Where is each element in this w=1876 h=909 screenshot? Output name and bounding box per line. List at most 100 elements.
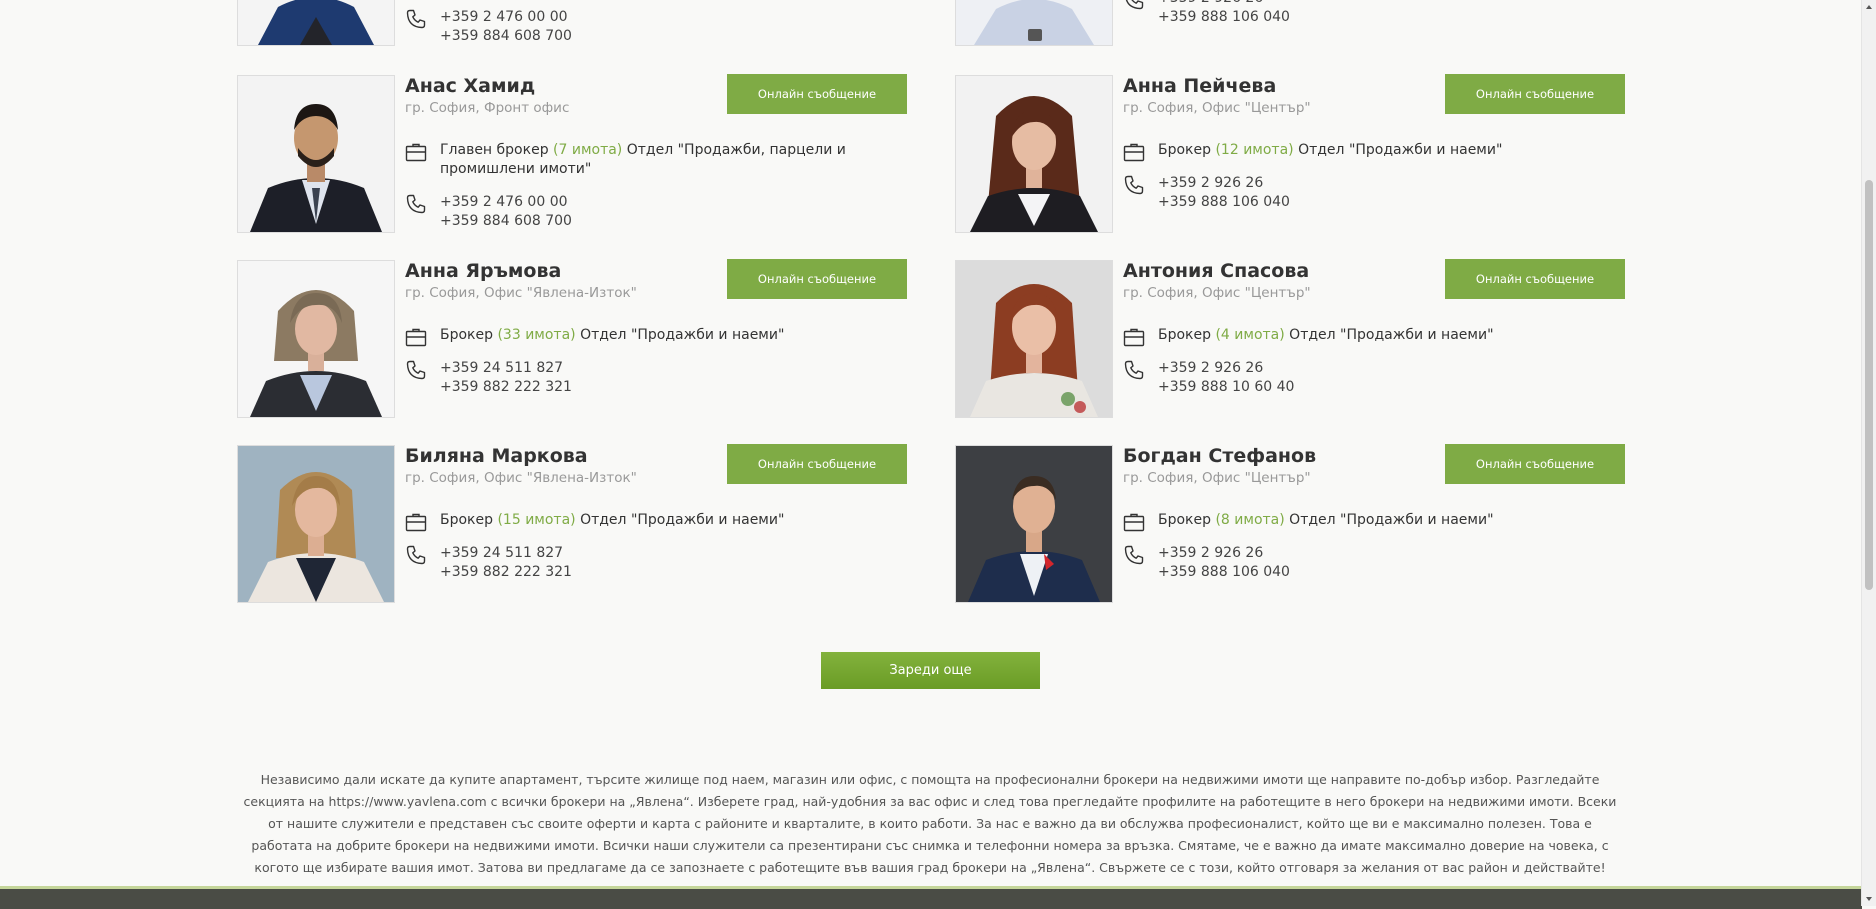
page-scrollbar[interactable] xyxy=(1861,0,1876,906)
briefcase-icon xyxy=(405,328,427,347)
phone-line: +359 2 476 00 00 +359 884 608 700 xyxy=(405,193,705,231)
broker-card: Анна Пейчева гр. София, Офис "Център" Он… xyxy=(955,74,1655,235)
broker-name[interactable]: Анна Яръмова xyxy=(405,260,561,282)
online-message-button[interactable]: Онлайн съобщение xyxy=(727,259,907,299)
broker-photo[interactable] xyxy=(237,75,395,233)
phone-line: +359 2 926 26 +359 888 106 040 xyxy=(1123,0,1423,27)
online-message-button[interactable]: Онлайн съобщение xyxy=(1445,74,1625,114)
department: Отдел "Продажби и наеми" xyxy=(1298,142,1503,158)
role-line: Брокер (15 имота) Отдел "Продажби и наем… xyxy=(405,511,925,532)
phone-icon xyxy=(406,545,426,565)
role-line: Брокер (33 имота) Отдел "Продажби и наем… xyxy=(405,326,925,347)
phone-number[interactable]: +359 882 222 321 xyxy=(440,563,705,582)
phone-number[interactable]: +359 888 106 040 xyxy=(1158,193,1423,212)
role-title: Главен брокер xyxy=(440,142,549,158)
online-message-button[interactable]: Онлайн съобщение xyxy=(727,74,907,114)
broker-office: гр. София, Фронт офис xyxy=(405,100,570,116)
role-title: Брокер xyxy=(1158,512,1212,528)
properties-count-link[interactable]: (7 имота) xyxy=(553,142,622,158)
broker-card: Антония Спасова гр. София, Офис "Център"… xyxy=(955,259,1655,420)
broker-name[interactable]: Биляна Маркова xyxy=(405,445,588,467)
phone-number[interactable]: +359 2 476 00 00 xyxy=(440,193,705,212)
portrait-image xyxy=(238,76,394,232)
portrait-image xyxy=(238,0,394,45)
phone-icon xyxy=(1124,175,1144,195)
broker-card: Анас Хамид гр. София, Фронт офис Онлайн … xyxy=(237,74,937,235)
phone-number[interactable]: +359 24 511 827 xyxy=(440,544,705,563)
online-message-button[interactable]: Онлайн съобщение xyxy=(727,444,907,484)
phone-number[interactable]: +359 2 926 26 xyxy=(1158,359,1423,378)
portrait-image xyxy=(956,76,1112,232)
broker-office: гр. София, Офис "Явлена-Изток" xyxy=(405,285,637,301)
properties-count-link[interactable]: (8 имота) xyxy=(1215,512,1284,528)
phone-number[interactable]: +359 2 926 26 xyxy=(1158,174,1423,193)
briefcase-icon xyxy=(1123,328,1145,347)
phone-line: +359 2 926 26 +359 888 10 60 40 xyxy=(1123,359,1423,397)
phone-line: +359 24 511 827 +359 882 222 321 xyxy=(405,544,705,582)
department: Отдел "Продажби и наеми" xyxy=(1289,512,1494,528)
broker-name[interactable]: Анас Хамид xyxy=(405,75,535,97)
phone-line: +359 24 511 827 +359 882 222 321 xyxy=(405,359,705,397)
broker-office: гр. София, Офис "Център" xyxy=(1123,100,1311,116)
phone-line: +359 2 926 26 +359 888 106 040 xyxy=(1123,174,1423,212)
broker-card-partial-left: +359 2 476 00 00 +359 884 608 700 xyxy=(237,0,937,48)
portrait-image xyxy=(238,261,394,417)
broker-office: гр. София, Офис "Център" xyxy=(1123,470,1311,486)
broker-card: Анна Яръмова гр. София, Офис "Явлена-Изт… xyxy=(237,259,937,420)
phone-icon xyxy=(406,9,426,29)
broker-photo[interactable] xyxy=(955,445,1113,603)
broker-photo[interactable] xyxy=(955,0,1113,46)
portrait-image xyxy=(238,446,394,602)
brokers-page: +359 2 476 00 00 +359 884 608 700 +359 2… xyxy=(0,0,1862,909)
phone-icon xyxy=(1124,360,1144,380)
broker-name[interactable]: Богдан Стефанов xyxy=(1123,445,1316,467)
broker-card-partial-right: +359 2 926 26 +359 888 106 040 xyxy=(955,0,1655,48)
scroll-down-arrow-icon[interactable] xyxy=(1862,892,1876,906)
properties-count-link[interactable]: (33 имота) xyxy=(497,327,575,343)
phone-number[interactable]: +359 2 476 00 00 xyxy=(440,8,705,27)
properties-count-link[interactable]: (4 имота) xyxy=(1215,327,1284,343)
phone-icon xyxy=(406,360,426,380)
broker-photo[interactable] xyxy=(955,75,1113,233)
broker-name[interactable]: Антония Спасова xyxy=(1123,260,1309,282)
properties-count-link[interactable]: (12 имота) xyxy=(1215,142,1293,158)
broker-card: Богдан Стефанов гр. София, Офис "Център"… xyxy=(955,444,1655,605)
briefcase-icon xyxy=(405,513,427,532)
broker-photo[interactable] xyxy=(237,445,395,603)
broker-office: гр. София, Офис "Център" xyxy=(1123,285,1311,301)
portrait-image xyxy=(956,0,1112,45)
broker-office: гр. София, Офис "Явлена-Изток" xyxy=(405,470,637,486)
phone-number[interactable]: +359 882 222 321 xyxy=(440,378,705,397)
phone-number[interactable]: +359 884 608 700 xyxy=(440,27,705,46)
load-more-button[interactable]: Зареди още xyxy=(821,652,1040,689)
portrait-image xyxy=(956,261,1112,417)
role-title: Брокер xyxy=(440,512,494,528)
role-line: Брокер (4 имота) Отдел "Продажби и наеми… xyxy=(1123,326,1643,347)
phone-line: +359 2 926 26 +359 888 106 040 xyxy=(1123,544,1423,582)
phone-icon xyxy=(1125,0,1144,10)
phone-number[interactable]: +359 2 926 26 xyxy=(1158,0,1423,8)
online-message-button[interactable]: Онлайн съобщение xyxy=(1445,259,1625,299)
department: Отдел "Продажби и наеми" xyxy=(1289,327,1494,343)
phone-icon xyxy=(406,194,426,214)
properties-count-link[interactable]: (15 имота) xyxy=(497,512,575,528)
online-message-button[interactable]: Онлайн съобщение xyxy=(1445,444,1625,484)
phone-number[interactable]: +359 24 511 827 xyxy=(440,359,705,378)
scrollbar-thumb[interactable] xyxy=(1865,180,1873,590)
role-line: Брокер (12 имота) Отдел "Продажби и наем… xyxy=(1123,141,1643,162)
portrait-image xyxy=(956,446,1112,602)
role-line: Брокер (8 имота) Отдел "Продажби и наеми… xyxy=(1123,511,1643,532)
phone-number[interactable]: +359 888 10 60 40 xyxy=(1158,378,1423,397)
phone-number[interactable]: +359 2 926 26 xyxy=(1158,544,1423,563)
phone-number[interactable]: +359 888 106 040 xyxy=(1158,8,1423,27)
phone-number[interactable]: +359 884 608 700 xyxy=(440,212,705,231)
broker-photo[interactable] xyxy=(955,260,1113,418)
phone-number[interactable]: +359 888 106 040 xyxy=(1158,563,1423,582)
broker-name[interactable]: Анна Пейчева xyxy=(1123,75,1276,97)
broker-card: Биляна Маркова гр. София, Офис "Явлена-И… xyxy=(237,444,937,605)
briefcase-icon xyxy=(405,143,427,162)
broker-photo[interactable] xyxy=(237,260,395,418)
scroll-up-arrow-icon[interactable] xyxy=(1862,0,1876,14)
broker-photo[interactable] xyxy=(237,0,395,46)
briefcase-icon xyxy=(1123,143,1145,162)
